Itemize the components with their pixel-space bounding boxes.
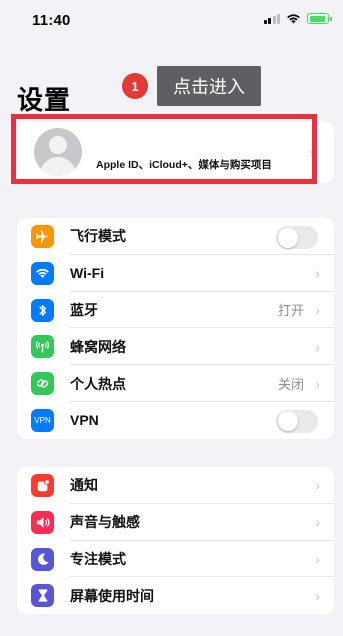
row-bluetooth[interactable]: 蓝牙 打开 › [17, 292, 334, 329]
row-label: 蜂窝网络 [70, 338, 126, 355]
highlight-box [11, 114, 317, 184]
focus-moon-icon [31, 547, 54, 571]
chevron-right-icon: › [315, 265, 320, 282]
row-label: 专注模式 [70, 550, 126, 567]
vpn-icon: VPN [31, 408, 54, 432]
chevron-right-icon: › [315, 477, 320, 494]
row-screen-time[interactable]: 屏幕使用时间 › [17, 577, 334, 614]
notification-icon [31, 474, 54, 497]
status-time: 11:40 [32, 12, 71, 29]
page-title: 设置 [17, 85, 72, 115]
bluetooth-status: 打开 [277, 303, 304, 319]
hotspot-icon [31, 372, 54, 396]
row-label: 飞行模式 [70, 228, 126, 245]
row-sounds-haptics[interactable]: 声音与触感 › [17, 504, 334, 541]
row-label: Wi-Fi [70, 265, 105, 282]
sound-icon [31, 510, 54, 534]
wifi-icon [31, 261, 54, 285]
bluetooth-icon [31, 298, 54, 322]
hotspot-status: 关闭 [277, 377, 304, 393]
hourglass-icon [31, 584, 54, 608]
row-label: 屏幕使用时间 [70, 587, 154, 604]
vpn-toggle[interactable] [276, 409, 318, 433]
row-wifi[interactable]: Wi-Fi › [17, 255, 334, 292]
chevron-right-icon: › [315, 587, 320, 604]
step-badge: 1 [122, 73, 148, 99]
status-icons [263, 13, 332, 24]
row-vpn[interactable]: VPN VPN [17, 402, 334, 439]
airplane-mode-toggle[interactable] [276, 226, 318, 249]
row-focus[interactable]: 专注模式 › [17, 541, 334, 578]
status-bar: 11:40 [0, 0, 343, 40]
battery-charging-icon [307, 13, 332, 24]
cellular-icon [31, 335, 54, 359]
signal-icon [263, 13, 280, 24]
row-label: VPN [70, 412, 99, 429]
wifi-status-icon [287, 14, 300, 24]
connectivity-group: 飞行模式 Wi-Fi › 蓝牙 打开 › 蜂窝网络 › 个人热点 关闭 › VP… [17, 218, 334, 439]
tooltip-callout: 点击进入 [157, 66, 261, 106]
chevron-right-icon: › [315, 550, 320, 567]
row-airplane-mode[interactable]: 飞行模式 [17, 218, 334, 255]
chevron-right-icon: › [315, 375, 320, 392]
chevron-right-icon: › [315, 338, 320, 355]
row-notifications[interactable]: 通知 › [17, 467, 334, 504]
airplane-icon [31, 225, 54, 248]
row-cellular[interactable]: 蜂窝网络 › [17, 328, 334, 366]
chevron-right-icon: › [315, 514, 320, 531]
row-label: 通知 [70, 477, 98, 494]
row-personal-hotspot[interactable]: 个人热点 关闭 › [17, 365, 334, 402]
chevron-right-icon: › [315, 301, 320, 318]
row-label: 蓝牙 [70, 301, 98, 318]
row-label: 声音与触感 [70, 514, 140, 531]
row-label: 个人热点 [70, 375, 126, 392]
notifications-group: 通知 › 声音与触感 › 专注模式 › 屏幕使用时间 › [17, 467, 334, 615]
